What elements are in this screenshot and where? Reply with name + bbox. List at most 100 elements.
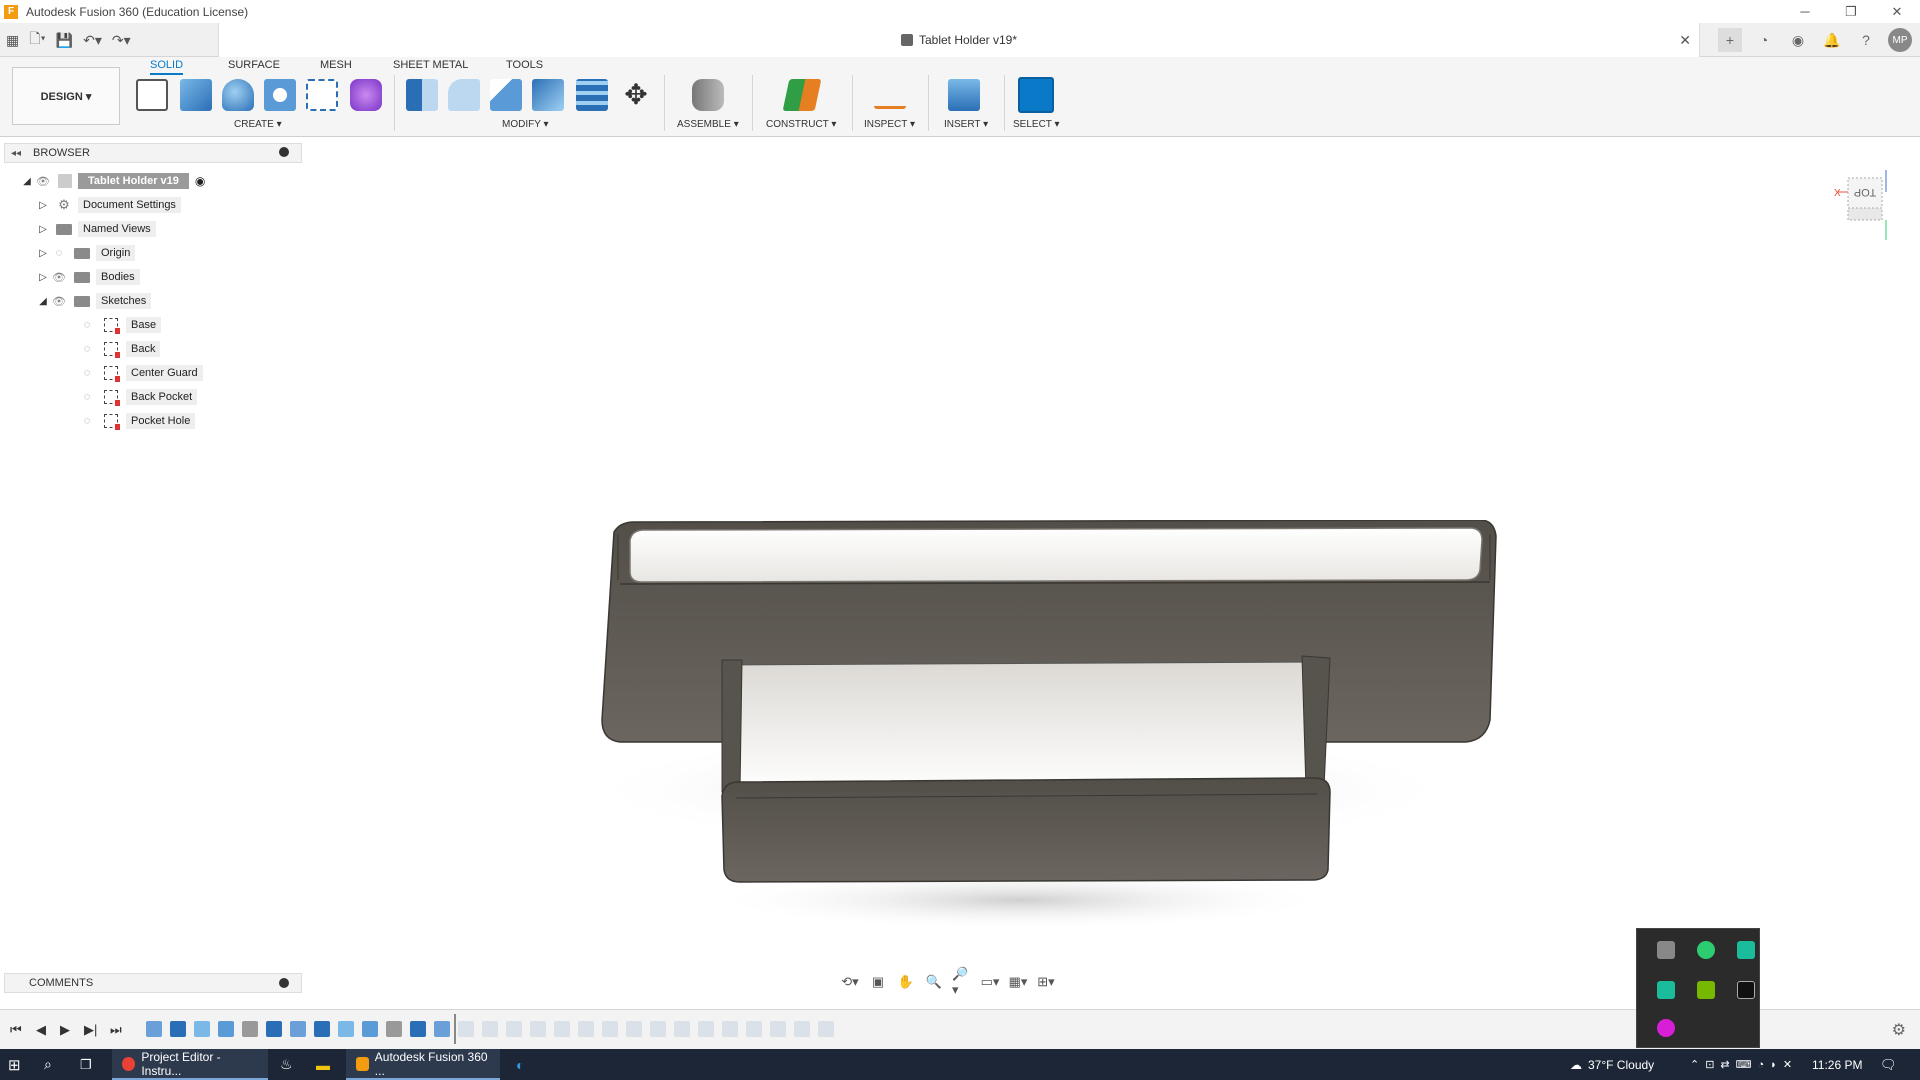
- timeline-feature-icon[interactable]: [362, 1021, 378, 1037]
- visibility-eye-off-icon[interactable]: ◌: [78, 319, 96, 331]
- timeline-feature-icon[interactable]: [410, 1021, 426, 1037]
- timeline-feature-icon[interactable]: [434, 1021, 450, 1037]
- visibility-eye-icon[interactable]: 👁: [50, 271, 68, 284]
- timeline-feature-icon[interactable]: [626, 1021, 642, 1037]
- timeline-feature-icon[interactable]: [818, 1021, 834, 1037]
- create-sketch-icon[interactable]: [136, 79, 168, 111]
- browser-node-document-settings[interactable]: ▷ ⚙ Document Settings: [36, 195, 181, 215]
- orbit-icon[interactable]: ⟲▾: [840, 973, 860, 991]
- timeline-play-icon[interactable]: ▶: [60, 1022, 70, 1038]
- browser-node-origin[interactable]: ▷ ◌ Origin: [36, 243, 136, 263]
- timeline-feature-icon[interactable]: [746, 1021, 762, 1037]
- visibility-eye-off-icon[interactable]: ◌: [78, 367, 96, 379]
- timeline-settings-gear-icon[interactable]: ⚙: [1892, 1020, 1906, 1040]
- restore-button[interactable]: ❐: [1828, 0, 1874, 23]
- insert-image-icon[interactable]: [948, 79, 980, 111]
- browser-node-named-views[interactable]: ▷ Named Views: [36, 219, 156, 239]
- tab-solid[interactable]: SOLID: [150, 59, 184, 75]
- modify-menu[interactable]: MODIFY ▾: [502, 119, 549, 130]
- timeline-feature-icon[interactable]: [578, 1021, 594, 1037]
- data-panel-grid-icon[interactable]: ▦: [6, 29, 19, 51]
- viewcube[interactable]: TOP X Z: [1828, 162, 1889, 240]
- timeline-end-icon[interactable]: ⏭: [110, 1022, 122, 1038]
- clock-time[interactable]: 11:26 PM: [1812, 1049, 1862, 1080]
- timeline-feature-icon[interactable]: [170, 1021, 186, 1037]
- sketch-item-pocket-hole[interactable]: ◌ Pocket Hole: [78, 411, 196, 431]
- form-icon[interactable]: [350, 79, 382, 111]
- visibility-eye-off-icon[interactable]: ◌: [50, 247, 68, 259]
- timeline-feature-icon[interactable]: [506, 1021, 522, 1037]
- pan-hand-icon[interactable]: ✋: [896, 973, 916, 991]
- security-shield-tray-icon[interactable]: [1697, 941, 1715, 959]
- sketch-item-base[interactable]: ◌ Base: [78, 315, 162, 335]
- inspect-menu[interactable]: INSPECT ▾: [864, 119, 915, 130]
- browser-root-node[interactable]: ◢ 👁 Tablet Holder v19 ◉: [20, 171, 205, 191]
- timeline-feature-icon[interactable]: [266, 1021, 282, 1037]
- add-comment-icon[interactable]: [279, 978, 289, 988]
- system-tray-icons[interactable]: ⌃⊡⇄⌨◔◗✕: [1690, 1049, 1798, 1080]
- taskbar-app-chrome[interactable]: Project Editor - Instru...: [112, 1049, 268, 1080]
- activate-component-icon[interactable]: ◉: [195, 174, 205, 188]
- timeline-feature-icon[interactable]: [338, 1021, 354, 1037]
- tab-tools[interactable]: TOOLS: [506, 59, 543, 73]
- joint-icon[interactable]: [692, 79, 724, 111]
- hole-icon[interactable]: [264, 79, 296, 111]
- sketch-item-back-pocket[interactable]: ◌ Back Pocket: [78, 387, 198, 407]
- close-window-button[interactable]: ✕: [1874, 0, 1920, 23]
- press-pull-icon[interactable]: [406, 79, 438, 111]
- timeline-feature-icon[interactable]: [530, 1021, 546, 1037]
- timeline-feature-icon[interactable]: [722, 1021, 738, 1037]
- viewports-icon[interactable]: ⊞▾: [1036, 973, 1056, 991]
- weather-widget[interactable]: ☁ 37°F Cloudy: [1570, 1049, 1654, 1080]
- insert-menu[interactable]: INSERT ▾: [944, 119, 988, 130]
- timeline-feature-icon[interactable]: [698, 1021, 714, 1037]
- job-status-icon[interactable]: ◉: [1786, 28, 1810, 52]
- timeline-feature-icon[interactable]: [242, 1021, 258, 1037]
- timeline-feature-icon[interactable]: [458, 1021, 474, 1037]
- steam-icon[interactable]: ♨: [280, 1049, 293, 1080]
- sketch-item-back[interactable]: ◌ Back: [78, 339, 161, 359]
- collapse-triangle-icon[interactable]: ◢: [20, 176, 34, 187]
- tab-surface[interactable]: SURFACE: [228, 59, 280, 73]
- extensions-icon[interactable]: ◔: [1752, 28, 1776, 52]
- timeline-step-back-icon[interactable]: ◀: [36, 1022, 46, 1038]
- sketch-item-center-guard[interactable]: ◌ Center Guard: [78, 363, 203, 383]
- fillet-icon[interactable]: [448, 79, 480, 111]
- expand-triangle-icon[interactable]: ▷: [36, 200, 50, 211]
- user-avatar[interactable]: MP: [1888, 28, 1912, 52]
- look-at-icon[interactable]: ▣: [868, 973, 888, 991]
- create-menu[interactable]: CREATE ▾: [234, 119, 282, 130]
- task-view-icon[interactable]: ❐: [80, 1049, 92, 1080]
- timeline-feature-icon[interactable]: [770, 1021, 786, 1037]
- combine-icon[interactable]: [532, 79, 564, 111]
- fusion-tray-icon[interactable]: [1657, 1019, 1675, 1037]
- timeline-feature-icon[interactable]: [146, 1021, 162, 1037]
- offset-plane-icon[interactable]: [782, 79, 822, 111]
- select-tool-icon[interactable]: [1018, 77, 1054, 113]
- minimize-button[interactable]: ─: [1782, 0, 1828, 23]
- timeline-feature-icon[interactable]: [602, 1021, 618, 1037]
- extrude-icon[interactable]: [180, 79, 212, 111]
- fit-zoom-icon[interactable]: 🔎▾: [952, 966, 972, 997]
- expand-triangle-icon[interactable]: ▷: [36, 272, 50, 283]
- file-explorer-icon[interactable]: ▬: [316, 1049, 330, 1080]
- visibility-eye-icon[interactable]: 👁: [34, 175, 52, 188]
- shell-icon[interactable]: [490, 79, 522, 111]
- search-icon[interactable]: ⌕: [44, 1049, 52, 1080]
- visibility-eye-off-icon[interactable]: ◌: [78, 343, 96, 355]
- sync-app-2-tray-icon[interactable]: [1657, 981, 1675, 999]
- timeline-feature-icon[interactable]: [386, 1021, 402, 1037]
- document-tab[interactable]: Tablet Holder v19* ✕: [218, 23, 1700, 57]
- revolve-icon[interactable]: [222, 79, 254, 111]
- file-menu-icon[interactable]: 🗋▾: [29, 29, 45, 51]
- tablet-holder-model[interactable]: [580, 519, 1510, 943]
- timeline-feature-icon[interactable]: [290, 1021, 306, 1037]
- cortana-app-icon[interactable]: ◐: [516, 1049, 524, 1080]
- sync-app-tray-icon[interactable]: [1737, 941, 1755, 959]
- visibility-eye-icon[interactable]: 👁: [50, 295, 68, 308]
- timeline-feature-icon[interactable]: [650, 1021, 666, 1037]
- measure-icon[interactable]: [874, 87, 906, 109]
- timeline-step-forward-icon[interactable]: ▶|: [84, 1022, 97, 1038]
- construct-menu[interactable]: CONSTRUCT ▾: [766, 119, 836, 130]
- select-menu[interactable]: SELECT ▾: [1013, 119, 1060, 130]
